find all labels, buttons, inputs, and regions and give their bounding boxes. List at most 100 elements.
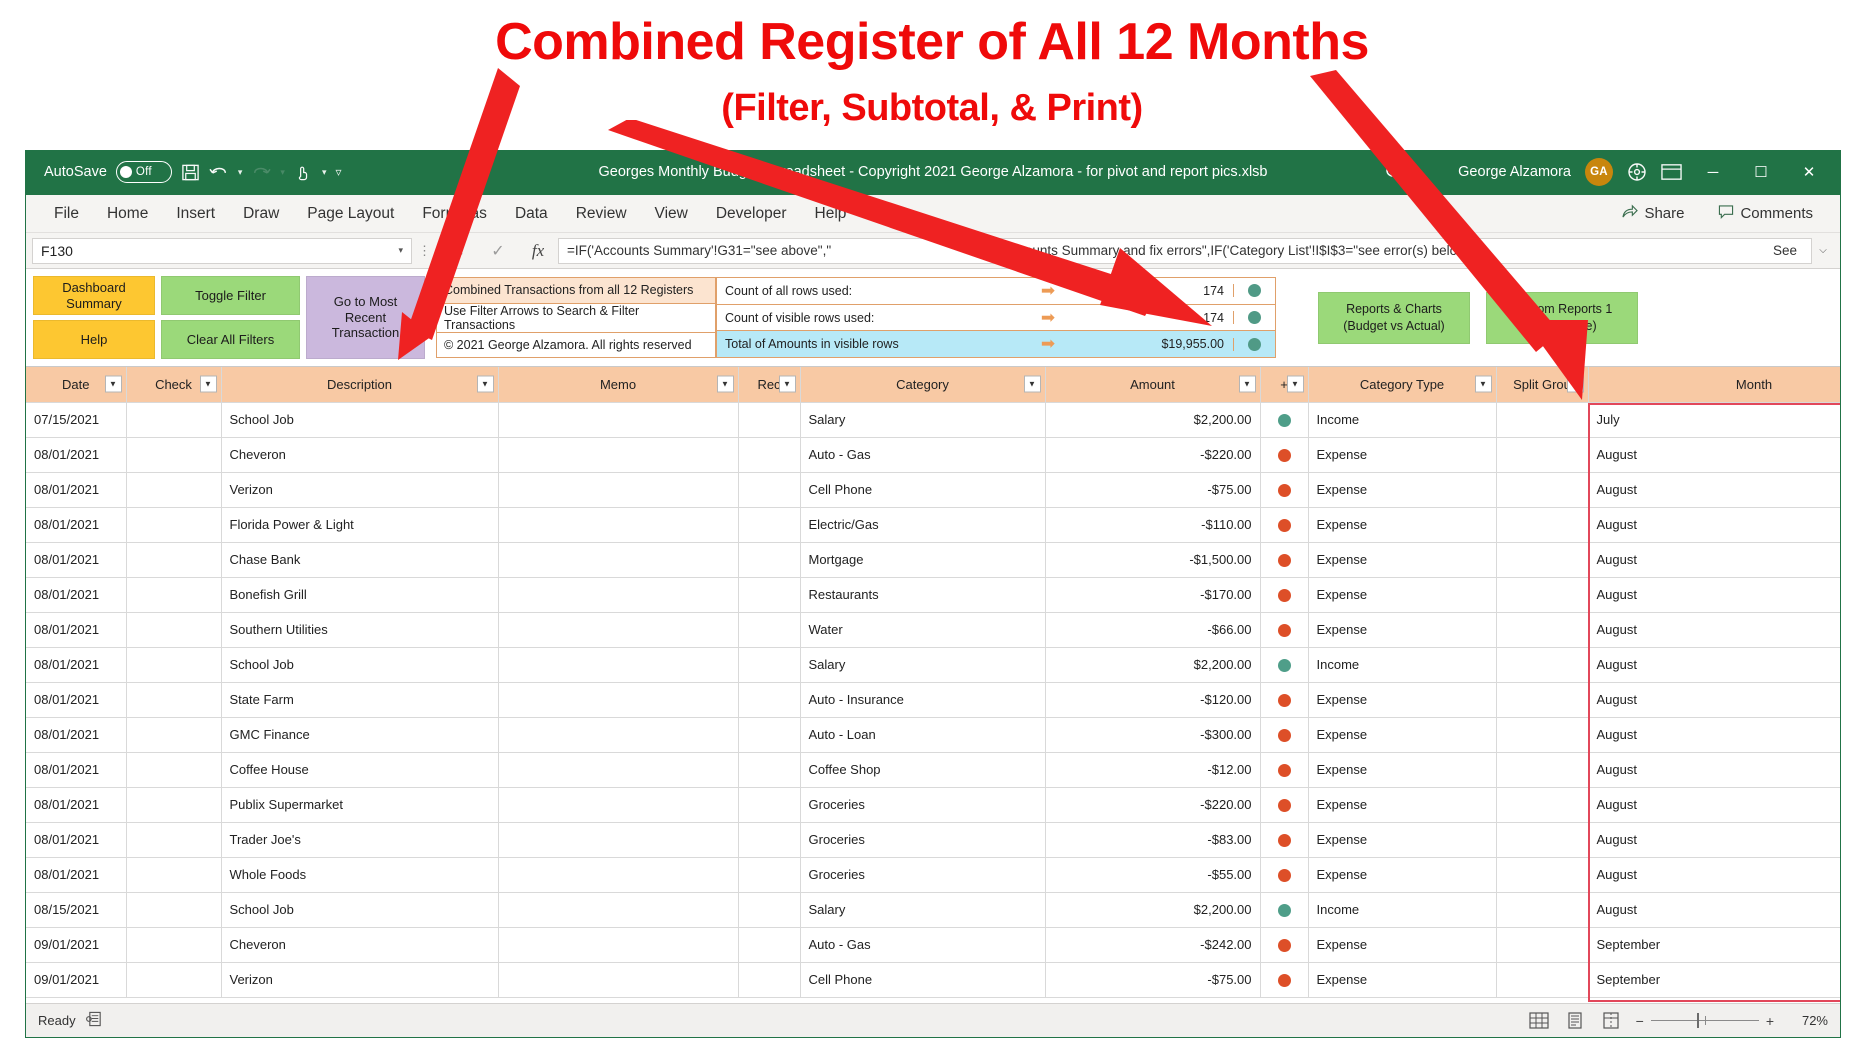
filter-arrow-icon[interactable]: ▼ bbox=[1238, 375, 1256, 393]
recording-macro-icon[interactable] bbox=[85, 1011, 104, 1030]
cell-memo[interactable] bbox=[498, 857, 739, 893]
cell-amount[interactable]: -$75.00 bbox=[1045, 962, 1261, 998]
cell-month[interactable]: August bbox=[1588, 577, 1840, 613]
cell-check[interactable] bbox=[126, 787, 222, 823]
cell-split[interactable] bbox=[1496, 787, 1589, 823]
cell-amount[interactable]: -$1,500.00 bbox=[1045, 542, 1261, 578]
cell-split[interactable] bbox=[1496, 577, 1589, 613]
amount-type-dot[interactable] bbox=[1260, 857, 1309, 893]
cell-rec[interactable] bbox=[738, 892, 801, 928]
cell-category[interactable]: Groceries bbox=[800, 787, 1046, 823]
cell-category[interactable]: Water bbox=[800, 612, 1046, 648]
cell-check[interactable] bbox=[126, 612, 222, 648]
cell-date[interactable]: 08/01/2021 bbox=[26, 682, 127, 718]
cell-type[interactable]: Expense bbox=[1308, 472, 1497, 508]
tab-developer[interactable]: Developer bbox=[702, 195, 801, 233]
cell-date[interactable]: 08/01/2021 bbox=[26, 752, 127, 788]
filter-arrow-icon[interactable]: ▼ bbox=[104, 375, 122, 393]
tab-data[interactable]: Data bbox=[501, 195, 562, 233]
cell-date[interactable]: 08/01/2021 bbox=[26, 507, 127, 543]
cell-date[interactable]: 08/01/2021 bbox=[26, 542, 127, 578]
cell-memo[interactable] bbox=[498, 647, 739, 683]
cell-split[interactable] bbox=[1496, 437, 1589, 473]
amount-type-dot[interactable] bbox=[1260, 437, 1309, 473]
cell-category[interactable]: Salary bbox=[800, 892, 1046, 928]
cell-month[interactable]: August bbox=[1588, 892, 1840, 928]
close-button[interactable]: ✕ bbox=[1792, 163, 1826, 181]
cell-split[interactable] bbox=[1496, 927, 1589, 963]
cell-memo[interactable] bbox=[498, 752, 739, 788]
cell-month[interactable]: August bbox=[1588, 717, 1840, 753]
cell-memo[interactable] bbox=[498, 822, 739, 858]
cell-check[interactable] bbox=[126, 752, 222, 788]
cell-rec[interactable] bbox=[738, 857, 801, 893]
cell-rec[interactable] bbox=[738, 822, 801, 858]
cell-check[interactable] bbox=[126, 437, 222, 473]
cell-check[interactable] bbox=[126, 402, 222, 438]
enter-formula-button[interactable]: ✓ bbox=[478, 241, 518, 261]
cell-date[interactable]: 09/01/2021 bbox=[26, 927, 127, 963]
cell-split[interactable] bbox=[1496, 857, 1589, 893]
table-row[interactable]: 08/01/2021 State Farm Auto - Insurance -$12… bbox=[26, 682, 1840, 718]
table-row[interactable]: 08/01/2021 Verizon Cell Phone -$75.00 Expens… bbox=[26, 472, 1840, 508]
amount-type-dot[interactable] bbox=[1260, 682, 1309, 718]
cell-memo[interactable] bbox=[498, 542, 739, 578]
zoom-level[interactable]: 72% bbox=[1788, 1013, 1828, 1028]
cell-split[interactable] bbox=[1496, 542, 1589, 578]
cell-amount[interactable]: $2,200.00 bbox=[1045, 647, 1261, 683]
cell-memo[interactable] bbox=[498, 612, 739, 648]
cell-description[interactable]: Cheveron bbox=[221, 437, 499, 473]
name-box[interactable]: F130 ▾ bbox=[32, 237, 412, 264]
cell-check[interactable] bbox=[126, 857, 222, 893]
amount-type-dot[interactable] bbox=[1260, 542, 1309, 578]
cell-description[interactable]: Verizon bbox=[221, 472, 499, 508]
cell-split[interactable] bbox=[1496, 752, 1589, 788]
cell-description[interactable]: Florida Power & Light bbox=[221, 507, 499, 543]
cell-category[interactable]: Cell Phone bbox=[800, 472, 1046, 508]
cell-description[interactable]: Publix Supermarket bbox=[221, 787, 499, 823]
cell-check[interactable] bbox=[126, 927, 222, 963]
cell-memo[interactable] bbox=[498, 437, 739, 473]
amount-type-dot[interactable] bbox=[1260, 892, 1309, 928]
zoom-slider[interactable]: − + bbox=[1636, 1013, 1774, 1029]
cell-amount[interactable]: -$220.00 bbox=[1045, 437, 1261, 473]
table-row[interactable]: 08/01/2021 Coffee House Coffee Shop -$12.00… bbox=[26, 752, 1840, 788]
cell-month[interactable]: August bbox=[1588, 682, 1840, 718]
cell-description[interactable]: Whole Foods bbox=[221, 857, 499, 893]
cell-description[interactable]: Verizon bbox=[221, 962, 499, 998]
cell-amount[interactable]: -$66.00 bbox=[1045, 612, 1261, 648]
cell-description[interactable]: Trader Joe's bbox=[221, 822, 499, 858]
cell-rec[interactable] bbox=[738, 507, 801, 543]
cell-month[interactable]: August bbox=[1588, 822, 1840, 858]
amount-type-dot[interactable] bbox=[1260, 822, 1309, 858]
cell-category[interactable]: Cell Phone bbox=[800, 962, 1046, 998]
save-icon[interactable] bbox=[181, 163, 200, 182]
table-row[interactable]: 08/01/2021 Chase Bank Mortgage -$1,500.00 Ex… bbox=[26, 542, 1840, 578]
cell-category[interactable]: Auto - Gas bbox=[800, 437, 1046, 473]
cell-month[interactable]: August bbox=[1588, 542, 1840, 578]
table-row[interactable]: 08/01/2021 Cheveron Auto - Gas -$220.00 Expe… bbox=[26, 437, 1840, 473]
cell-category[interactable]: Groceries bbox=[800, 822, 1046, 858]
search-icon[interactable] bbox=[1384, 162, 1404, 182]
accessibility-icon[interactable] bbox=[1627, 162, 1647, 182]
spreadsheet-area[interactable]: Date ▼ Check ▼ Description ▼ Memo ▼ Rec ▼ Category… bbox=[26, 367, 1840, 1003]
cell-rec[interactable] bbox=[738, 402, 801, 438]
table-row[interactable]: 08/01/2021 Southern Utilities Water -$66.00… bbox=[26, 612, 1840, 648]
cell-amount[interactable]: $2,200.00 bbox=[1045, 402, 1261, 438]
cell-month[interactable]: August bbox=[1588, 857, 1840, 893]
cell-split[interactable] bbox=[1496, 402, 1589, 438]
cell-type[interactable]: Income bbox=[1308, 402, 1497, 438]
cell-rec[interactable] bbox=[738, 542, 801, 578]
cell-amount[interactable]: -$220.00 bbox=[1045, 787, 1261, 823]
minimize-button[interactable]: ─ bbox=[1696, 164, 1730, 181]
cell-memo[interactable] bbox=[498, 892, 739, 928]
cell-type[interactable]: Expense bbox=[1308, 822, 1497, 858]
help-button[interactable]: Help bbox=[33, 320, 155, 359]
cell-description[interactable]: School Job bbox=[221, 892, 499, 928]
table-row[interactable]: 07/15/2021 School Job Salary $2,200.00 Incom… bbox=[26, 402, 1840, 438]
cell-type[interactable]: Expense bbox=[1308, 612, 1497, 648]
cell-category[interactable]: Auto - Gas bbox=[800, 927, 1046, 963]
cell-description[interactable]: School Job bbox=[221, 647, 499, 683]
cell-amount[interactable]: $2,200.00 bbox=[1045, 892, 1261, 928]
cell-amount[interactable]: -$110.00 bbox=[1045, 507, 1261, 543]
